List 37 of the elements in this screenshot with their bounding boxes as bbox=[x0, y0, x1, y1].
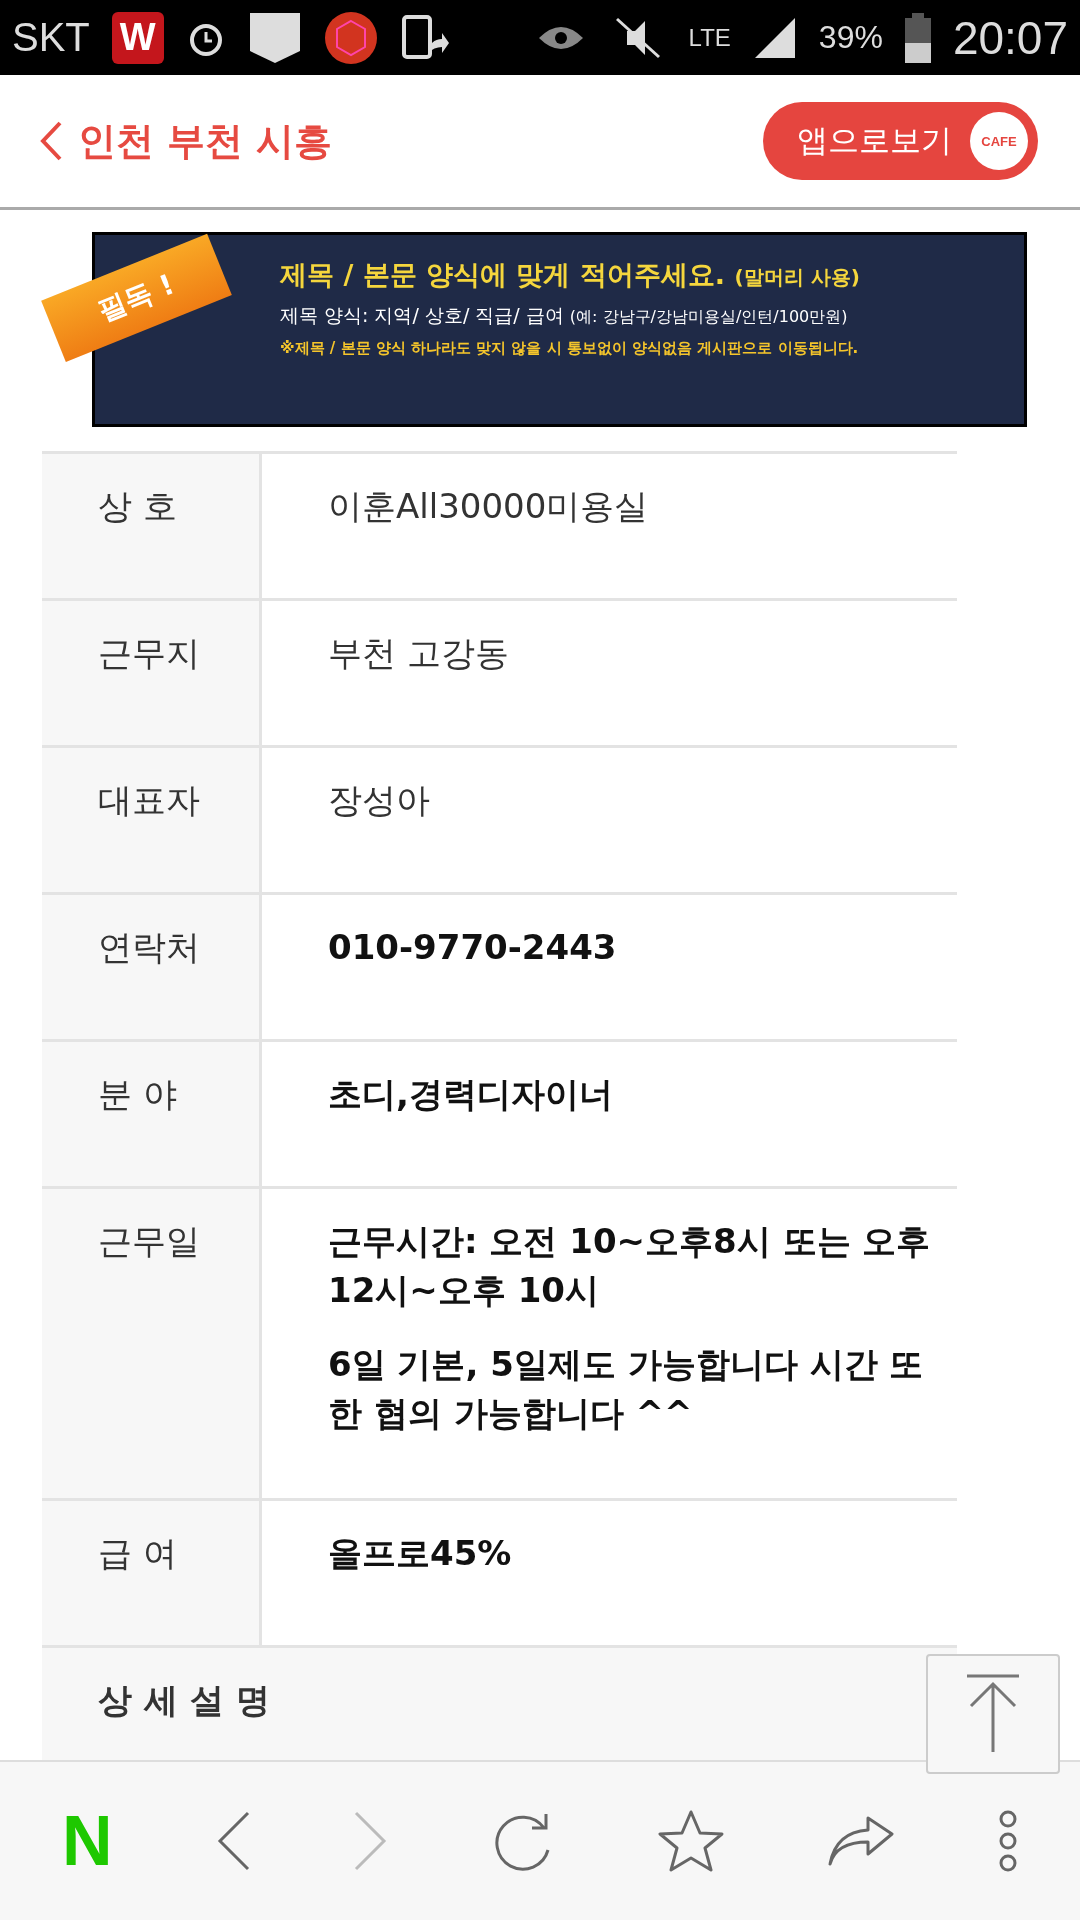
battery-percent-text: 39% bbox=[818, 19, 883, 56]
row-value: 부천 고강동 bbox=[328, 632, 510, 675]
row-label: 분 야 bbox=[42, 1042, 262, 1186]
battery-icon bbox=[904, 12, 931, 63]
ribbon-label: 필독 ! bbox=[41, 233, 232, 363]
more-icon[interactable] bbox=[997, 1810, 1018, 1872]
app-badge-icon: W bbox=[111, 11, 164, 64]
row-value: 010-9770-2443 bbox=[328, 926, 618, 969]
star-icon[interactable] bbox=[658, 1810, 725, 1872]
row-value: 6일 기본, 5일제도 가능합니다 시간 또한 협의 가능합니다 ^^ bbox=[328, 1342, 925, 1435]
row-label: 상 호 bbox=[42, 454, 262, 598]
badge-icon bbox=[247, 10, 302, 65]
cube-icon bbox=[323, 10, 378, 65]
clock-text: 20:07 bbox=[952, 10, 1068, 65]
network-type-text: LTE bbox=[688, 23, 731, 52]
chevron-left-icon bbox=[40, 121, 62, 161]
row-label: 근무지 bbox=[42, 601, 262, 745]
open-in-app-button[interactable]: 앱으로보기 CAFE bbox=[763, 102, 1038, 180]
row-value: 이훈All30000미용실 bbox=[328, 485, 650, 528]
banner-headline: 제목 / 본문 양식에 맞게 적어주세요. (말머리 사용) bbox=[280, 258, 861, 292]
back-icon[interactable] bbox=[216, 1811, 251, 1871]
row-label: 대표자 bbox=[42, 748, 262, 892]
row-value: 장성아 bbox=[328, 779, 431, 822]
row-value: 근무시간: 오전 10~오후8시 또는 오후12시~오후 10시 bbox=[328, 1220, 932, 1313]
share-icon[interactable] bbox=[828, 1816, 895, 1866]
warning-text: ※제목 / 본문 양식 하나라도 맞지 않을 시 통보없이 양식없음 게시판으로 이동됩니다. bbox=[280, 339, 860, 358]
home-logo[interactable]: N bbox=[61, 1801, 113, 1881]
carrier-text: SKT bbox=[12, 15, 90, 60]
arrow-up-icon bbox=[965, 1674, 1021, 1754]
back-link[interactable]: 인천 부천 시흥 bbox=[40, 115, 333, 167]
row-value: 초디,경력디자이너 bbox=[328, 1073, 614, 1116]
row-value: 올프로45% bbox=[328, 1532, 513, 1576]
scroll-to-top-button[interactable] bbox=[926, 1654, 1060, 1774]
row-label: 급 여 bbox=[42, 1501, 262, 1646]
row-label: 연락처 bbox=[42, 895, 262, 1039]
row-label: 근무일 bbox=[42, 1189, 262, 1499]
format-line: 제목 양식: 지역/ 상호/ 직급/ 급여 (예: 강남구/강남미용실/인턴/100만원) bbox=[280, 303, 849, 328]
